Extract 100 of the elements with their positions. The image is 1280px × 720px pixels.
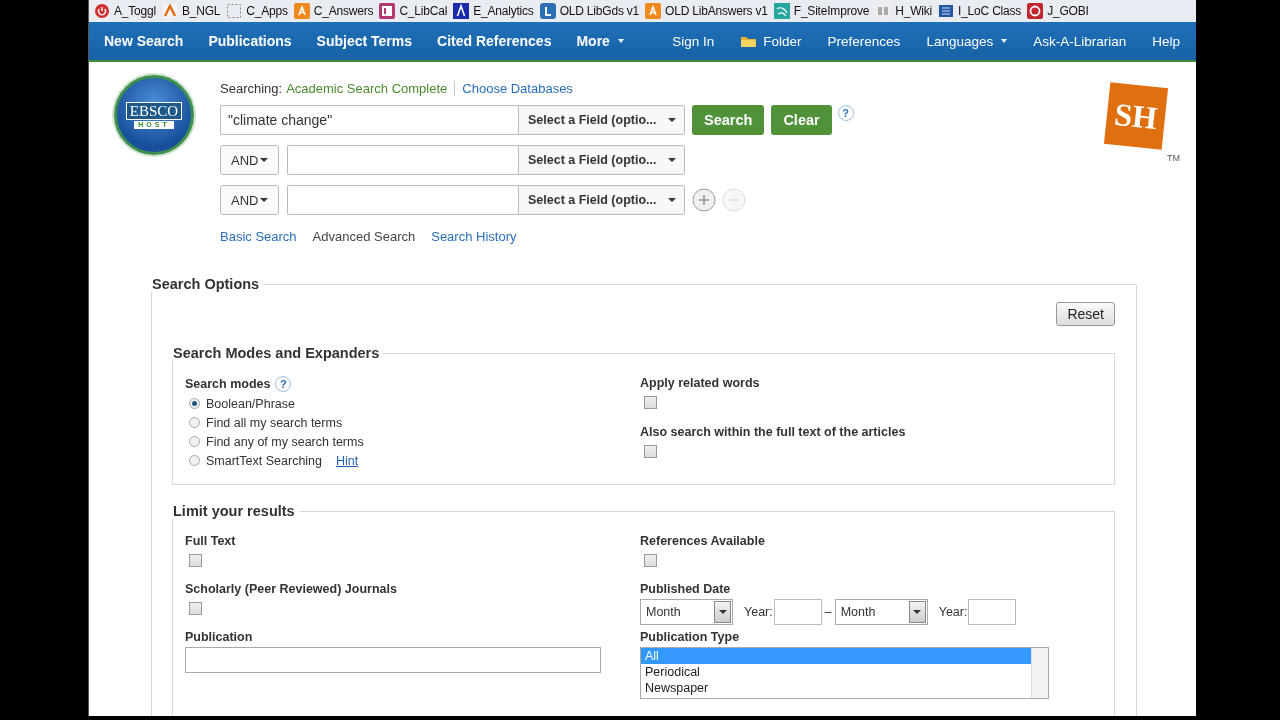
caret-icon: [1001, 39, 1008, 43]
nav-link[interactable]: Subject Terms: [316, 33, 413, 49]
radio-button[interactable]: [189, 436, 200, 447]
power-icon[interactable]: [94, 3, 110, 19]
radio-button[interactable]: [189, 417, 200, 428]
radio-label: Find any of my search terms: [206, 434, 364, 449]
trademark-mark: TM: [1167, 153, 1180, 163]
date-separator: –: [824, 605, 832, 619]
caret-icon: [668, 158, 676, 162]
checkbox[interactable]: [644, 445, 657, 458]
search-mode-link[interactable]: Search History: [431, 229, 517, 244]
bookmark-link[interactable]: C_LibCal: [399, 4, 448, 18]
help-icon[interactable]: ?: [275, 376, 292, 392]
search-field[interactable]: [287, 185, 518, 215]
brand-logo: SH: [1103, 82, 1169, 150]
folder-icon: [740, 34, 758, 48]
hint-link[interactable]: Hint: [336, 453, 359, 468]
caret-icon: [617, 39, 624, 43]
nav-link[interactable]: Publications: [208, 33, 292, 49]
search-mode-link[interactable]: Basic Search: [220, 229, 297, 244]
caret-icon: [668, 198, 676, 202]
search-mode-link[interactable]: Advanced Search: [312, 229, 416, 244]
field-label: Publication: [185, 630, 254, 644]
nav-link[interactable]: Preferences: [827, 33, 901, 49]
section-title: Search Options: [148, 276, 264, 292]
caret-icon: [913, 610, 922, 614]
list-option[interactable]: Newspaper: [641, 680, 1031, 696]
year-label: Year:: [744, 605, 773, 619]
bookmark-link[interactable]: A_Toggl: [114, 4, 156, 18]
nav-link[interactable]: Cited References: [437, 33, 552, 49]
radio-button[interactable]: [189, 398, 200, 409]
caret-icon: [260, 158, 268, 162]
month-dropdown[interactable]: Month: [834, 599, 928, 625]
caret-icon: [260, 198, 268, 202]
radio-label: SmartText Searching: [206, 453, 323, 468]
bookmark-link[interactable]: B_NGL: [181, 4, 221, 18]
bookmark-link[interactable]: OLD LibGds v1: [559, 4, 640, 18]
nav-link[interactable]: Folder: [740, 33, 802, 49]
database-name: Academic Search Complete: [286, 80, 448, 96]
nav-link[interactable]: Ask-A-Librarian: [1033, 33, 1127, 49]
operator-dropdown[interactable]: AND: [220, 185, 279, 215]
bookmark-link[interactable]: H_Wiki: [895, 4, 932, 18]
bookmark-link[interactable]: I_LoC Class: [958, 4, 1022, 18]
publication-field[interactable]: [185, 647, 601, 673]
square-icon[interactable]: [379, 3, 396, 19]
reset-button[interactable]: Reset: [1056, 302, 1115, 326]
bookmark-link[interactable]: F_SiteImprove: [793, 4, 870, 18]
field-label: Published Date: [640, 582, 732, 596]
book-icon[interactable]: [938, 3, 954, 19]
choose-databases-link[interactable]: Choose Databases: [462, 80, 573, 96]
bookmark-link[interactable]: J_GOBI: [1047, 4, 1089, 18]
help-icon[interactable]: ?: [837, 105, 854, 121]
field-label: Full Text: [185, 534, 237, 548]
section-title: Search Modes and Expanders: [169, 345, 384, 361]
nav-link[interactable]: New Search: [104, 33, 184, 49]
square-icon[interactable]: [539, 3, 556, 19]
clear-button[interactable]: Clear: [771, 105, 832, 135]
caret-icon: [668, 118, 676, 122]
searching-label: Searching:: [220, 80, 283, 96]
field-label: Search modes: [185, 377, 271, 391]
field-label: References Available: [640, 534, 766, 548]
field-label: Apply related words: [640, 376, 761, 390]
bookmark-link[interactable]: OLD LibAnswers v1: [665, 4, 768, 18]
radio-label: Find all my search terms: [206, 415, 343, 430]
nav-link[interactable]: More: [576, 33, 624, 49]
search-button[interactable]: Search: [692, 105, 765, 135]
bookmark-link[interactable]: E_Analytics: [473, 4, 534, 18]
bookmark-link[interactable]: C_Apps: [246, 4, 288, 18]
square-icon[interactable]: [453, 3, 470, 19]
field-label: Also search within the full text of the articles: [640, 425, 907, 439]
field-dropdown[interactable]: Select a Field (optio...: [518, 105, 685, 135]
caret-icon: [718, 610, 727, 614]
checkbox[interactable]: [644, 554, 657, 567]
list-option[interactable]: Periodical: [641, 664, 1031, 680]
checkbox[interactable]: [644, 396, 657, 409]
checkbox[interactable]: [189, 602, 202, 615]
year-field[interactable]: [968, 599, 1017, 625]
field-label: Scholarly (Peer Reviewed) Journals: [185, 582, 398, 596]
radio-button[interactable]: [189, 455, 200, 466]
square-icon[interactable]: [1027, 3, 1044, 19]
dashed-square-icon[interactable]: [226, 3, 243, 19]
operator-dropdown[interactable]: AND: [220, 145, 279, 175]
field-label: Publication Type: [640, 630, 741, 644]
radio-label: Boolean/Phrase: [206, 396, 295, 411]
year-label: Year:: [938, 605, 968, 619]
search-field[interactable]: "climate change": [220, 105, 518, 135]
checkbox[interactable]: [189, 554, 202, 567]
nav-link[interactable]: Languages: [926, 33, 1008, 49]
nav-link[interactable]: Sign In: [672, 33, 715, 49]
scrollbar[interactable]: [1031, 648, 1048, 698]
logo-text: EBSCO: [125, 101, 183, 120]
field-dropdown[interactable]: Select a Field (optio...: [518, 145, 685, 175]
nav-link[interactable]: Help: [1152, 33, 1180, 49]
month-dropdown[interactable]: Month: [640, 599, 733, 625]
section-title: Limit your results: [169, 503, 299, 519]
search-field[interactable]: [287, 145, 518, 175]
year-field[interactable]: [773, 599, 822, 625]
add-row-icon[interactable]: [692, 188, 716, 212]
bookmark-link[interactable]: C_Answers: [313, 4, 374, 18]
field-dropdown[interactable]: Select a Field (optio...: [518, 185, 685, 215]
